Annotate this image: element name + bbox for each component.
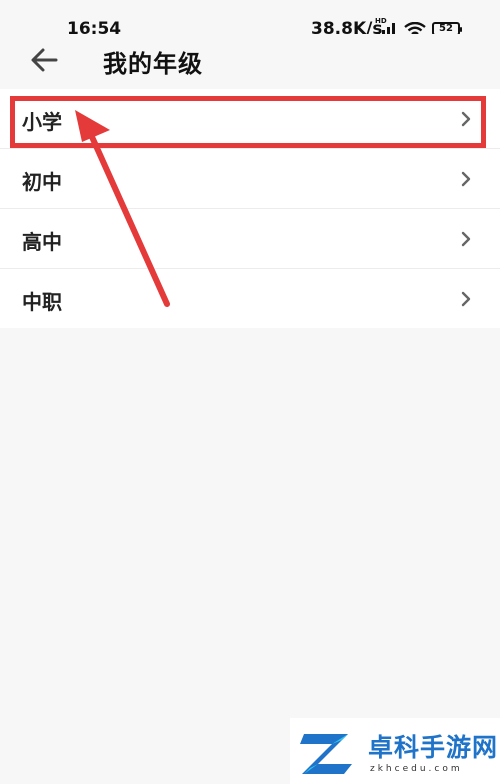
- header: 我的年级: [0, 34, 500, 86]
- list-item-primary[interactable]: 小学: [0, 89, 500, 149]
- watermark-brand: 卓科手游网: [368, 733, 499, 762]
- watermark: 卓科手游网 zkhcedu.com: [290, 718, 500, 784]
- grade-list: 小学 初中 高中 中职: [0, 89, 500, 328]
- watermark-domain: zkhcedu.com: [370, 764, 463, 774]
- page-title: 我的年级: [103, 50, 203, 78]
- list-item-label: 高中: [22, 230, 62, 254]
- list-item-vocational[interactable]: 中职: [0, 269, 500, 328]
- list-item-junior-high[interactable]: 初中: [0, 149, 500, 209]
- list-item-label: 中职: [22, 290, 62, 314]
- chevron-right-icon: [461, 171, 471, 187]
- chevron-right-icon: [461, 231, 471, 247]
- battery-level: 52: [439, 23, 453, 34]
- list-item-label: 初中: [22, 170, 62, 194]
- list-item-label: 小学: [22, 110, 62, 134]
- chevron-right-icon: [461, 111, 471, 127]
- z-logo-icon: [300, 734, 352, 774]
- arrow-left-icon[interactable]: [30, 47, 58, 73]
- list-item-senior-high[interactable]: 高中: [0, 209, 500, 269]
- chevron-right-icon: [461, 291, 471, 307]
- status-bar: 16:54 38.8K/s HD 52: [0, 0, 500, 39]
